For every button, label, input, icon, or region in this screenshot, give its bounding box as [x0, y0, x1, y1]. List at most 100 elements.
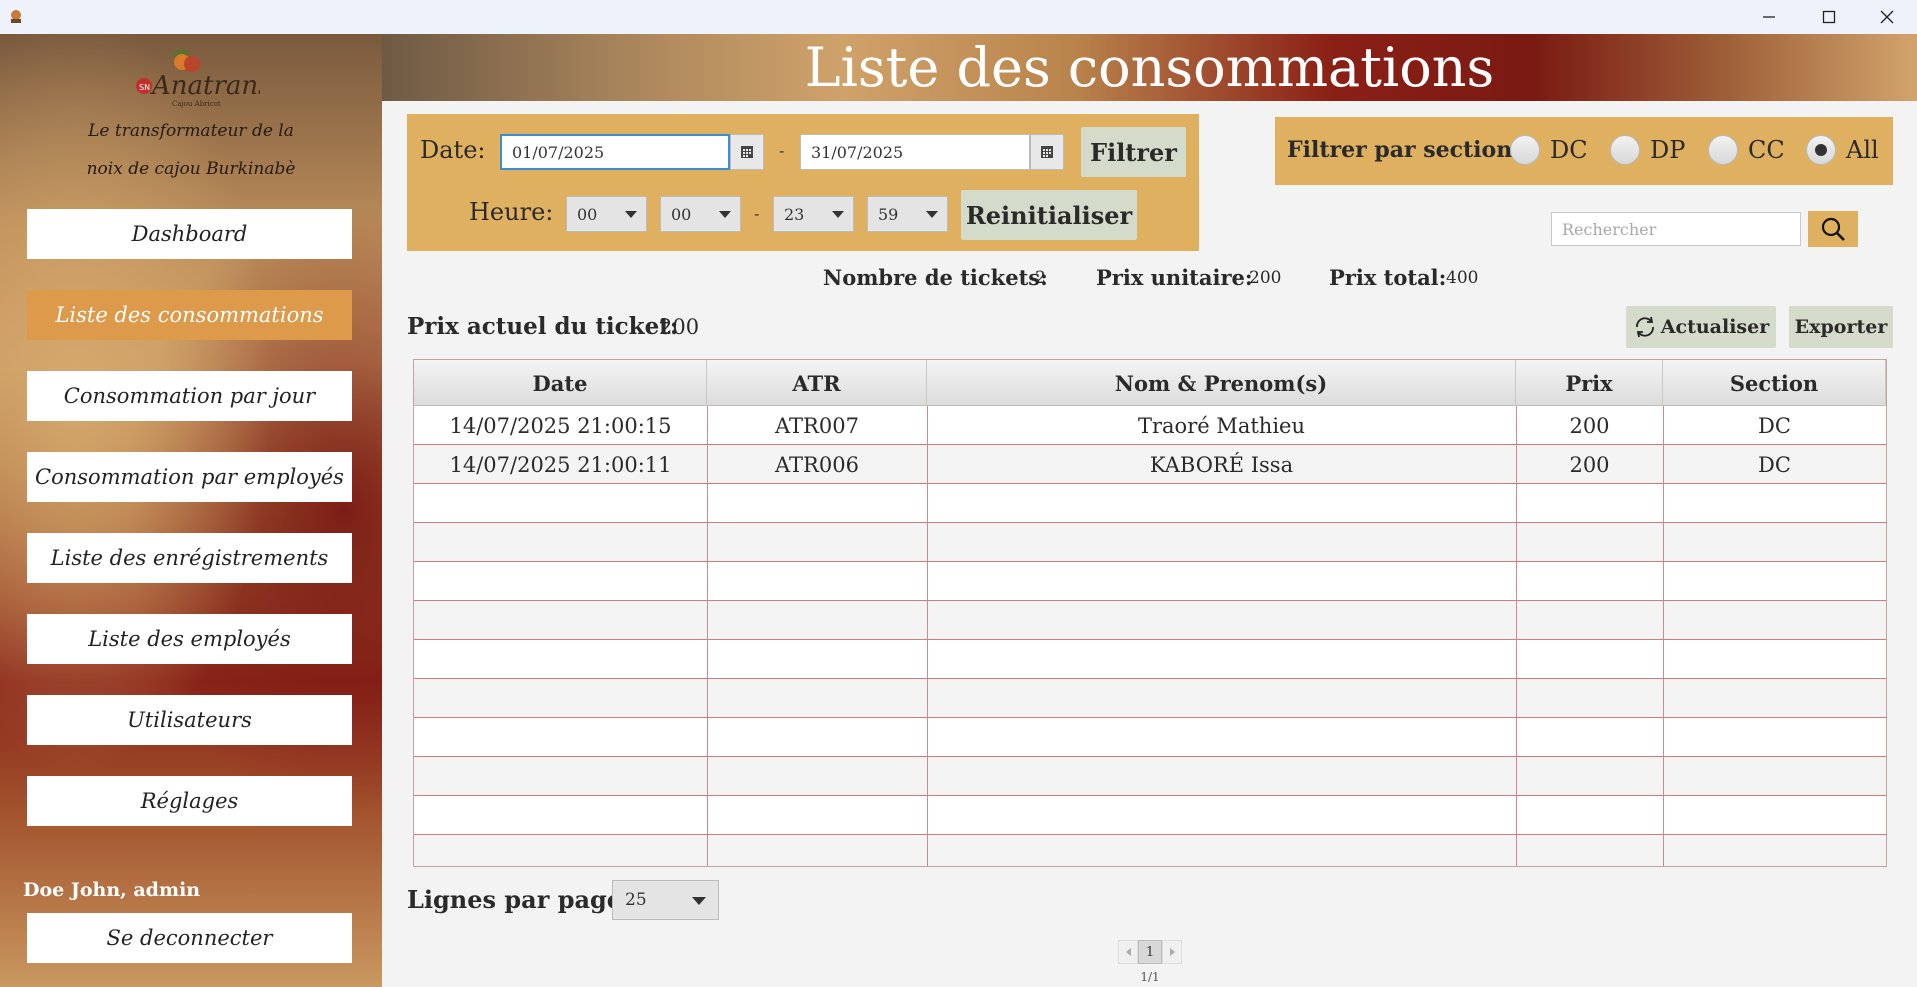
- calendar-icon: [1041, 146, 1053, 158]
- cell-date: 14/07/2025 21:00:11: [449, 452, 672, 477]
- empty-table-row: [414, 484, 1886, 523]
- hour-from-hour-value: 00: [577, 204, 598, 224]
- empty-table-row: [414, 757, 1886, 796]
- empty-table-row: [414, 679, 1886, 718]
- ticket-price-label: Prix actuel du ticket:: [407, 313, 679, 340]
- column-divider: [927, 406, 928, 866]
- cell-atr: ATR006: [775, 452, 859, 477]
- unit-price-value: 200: [1249, 268, 1282, 288]
- rows-per-page-label: Lignes par pages: [407, 885, 636, 914]
- empty-table-row: [414, 523, 1886, 562]
- empty-table-row: [414, 562, 1886, 601]
- hour-separator: -: [754, 204, 760, 223]
- title-bar: [0, 0, 1917, 34]
- column-header-atr[interactable]: ATR: [707, 360, 927, 406]
- total-price-label: Prix total:: [1329, 265, 1447, 290]
- search-input[interactable]: [1551, 212, 1801, 246]
- app-icon: [11, 10, 21, 23]
- nav-liste-consommations[interactable]: Liste des consommations: [27, 290, 352, 340]
- section-filter-panel: Filtrer par section: DC DP CC All: [1275, 117, 1893, 185]
- radio-circle: [1610, 135, 1640, 165]
- hour-label: Heure:: [469, 198, 554, 226]
- radio-section-cc[interactable]: CC: [1708, 135, 1785, 165]
- refresh-icon: [1635, 316, 1654, 338]
- hour-to-minute-value: 59: [878, 204, 899, 224]
- date-from-calendar-button[interactable]: [730, 134, 764, 170]
- next-page-button[interactable]: [1162, 940, 1182, 964]
- close-icon: [1880, 10, 1894, 24]
- search-button[interactable]: [1808, 211, 1858, 247]
- column-header-name[interactable]: Nom & Prenom(s): [927, 360, 1516, 406]
- maximize-icon: [1822, 10, 1836, 24]
- nav-utilisateurs[interactable]: Utilisateurs: [27, 695, 352, 745]
- pagination: 1: [1115, 940, 1185, 964]
- cell-price: 200: [1569, 452, 1610, 477]
- page-header: Liste des consommations: [382, 34, 1917, 101]
- page-title: Liste des consommations: [804, 36, 1495, 99]
- table-header: Date ATR Nom & Prenom(s) Prix Section: [414, 360, 1886, 406]
- hour-to-minute-select[interactable]: 59: [867, 196, 948, 232]
- column-header-date[interactable]: Date: [414, 360, 707, 406]
- chevron-left-icon: [1125, 948, 1131, 956]
- tagline-line-2: noix de cajou Burkinabè: [86, 159, 296, 179]
- radio-circle-checked: [1806, 135, 1836, 165]
- radio-section-dc[interactable]: DC: [1510, 135, 1588, 165]
- tickets-count-label: Nombre de tickets:: [823, 265, 1048, 290]
- column-header-section[interactable]: Section: [1663, 360, 1886, 406]
- table-row[interactable]: 14/07/2025 21:00:15 ATR007 Traoré Mathie…: [414, 406, 1886, 445]
- refresh-button[interactable]: Actualiser: [1626, 306, 1776, 348]
- page-info: 1/1: [1140, 970, 1160, 984]
- hour-from-hour-select[interactable]: 00: [566, 196, 647, 232]
- nav-liste-employes[interactable]: Liste des employés: [27, 614, 352, 664]
- date-separator: -: [779, 141, 785, 160]
- chevron-down-icon: [926, 211, 938, 218]
- ticket-price-value: 200: [659, 315, 700, 339]
- total-price-value: 400: [1446, 268, 1479, 288]
- empty-table-row: [414, 640, 1886, 679]
- maximize-button[interactable]: [1800, 0, 1858, 34]
- radio-label-cc: CC: [1748, 136, 1785, 164]
- column-divider: [1663, 406, 1664, 866]
- page-button-current[interactable]: 1: [1138, 940, 1162, 964]
- close-button[interactable]: [1858, 0, 1916, 34]
- radio-section-dp[interactable]: DP: [1610, 135, 1685, 165]
- table-row[interactable]: 14/07/2025 21:00:11 ATR006 KABORÉ Issa 2…: [414, 445, 1886, 484]
- section-filter-label: Filtrer par section:: [1287, 137, 1521, 163]
- search-icon: [1821, 217, 1845, 241]
- rows-per-page-value: 25: [625, 890, 647, 910]
- logout-button[interactable]: Se deconnecter: [27, 913, 352, 963]
- unit-price-label: Prix unitaire:: [1096, 265, 1253, 290]
- date-time-filter-panel: Date: 01/07/2025 - 31/07/2025 Filtrer He…: [407, 114, 1199, 251]
- date-label: Date:: [420, 136, 486, 164]
- tickets-count-value: 2: [1035, 268, 1046, 288]
- export-button[interactable]: Exporter: [1789, 306, 1893, 348]
- hour-from-minute-select[interactable]: 00: [660, 196, 741, 232]
- column-header-price[interactable]: Prix: [1516, 360, 1663, 406]
- filter-button[interactable]: Filtrer: [1081, 127, 1186, 177]
- nav-consommation-par-jour[interactable]: Consommation par jour: [27, 371, 352, 421]
- tagline-line-1: Le transformateur de la: [88, 121, 294, 141]
- nav-dashboard[interactable]: Dashboard: [27, 209, 352, 259]
- app-window: SN Anatrans Cajou Abricot Le transformat…: [0, 0, 1917, 987]
- radio-section-all[interactable]: All: [1806, 135, 1879, 165]
- date-to-calendar-button[interactable]: [1030, 134, 1064, 170]
- minimize-icon: [1763, 16, 1775, 18]
- date-to-field[interactable]: 31/07/2025: [800, 134, 1030, 170]
- nav-liste-enregistrements[interactable]: Liste des enrégistrements: [27, 533, 352, 583]
- refresh-label: Actualiser: [1660, 316, 1770, 338]
- empty-table-row: [414, 796, 1886, 835]
- reset-button[interactable]: Reinitialiser: [961, 190, 1137, 240]
- nav-reglages[interactable]: Réglages: [27, 776, 352, 826]
- hour-to-hour-value: 23: [784, 204, 805, 224]
- previous-page-button[interactable]: [1118, 940, 1138, 964]
- cell-section: DC: [1758, 452, 1791, 477]
- minimize-button[interactable]: [1740, 0, 1798, 34]
- date-from-field[interactable]: 01/07/2025: [500, 134, 730, 170]
- empty-table-row: [414, 835, 1886, 866]
- rows-per-page-select[interactable]: 25: [612, 880, 719, 920]
- cell-price: 200: [1569, 413, 1610, 438]
- chevron-down-icon: [625, 211, 637, 218]
- nav-consommation-par-employes[interactable]: Consommation par employés: [27, 452, 352, 502]
- chevron-down-icon: [832, 211, 844, 218]
- hour-to-hour-select[interactable]: 23: [773, 196, 854, 232]
